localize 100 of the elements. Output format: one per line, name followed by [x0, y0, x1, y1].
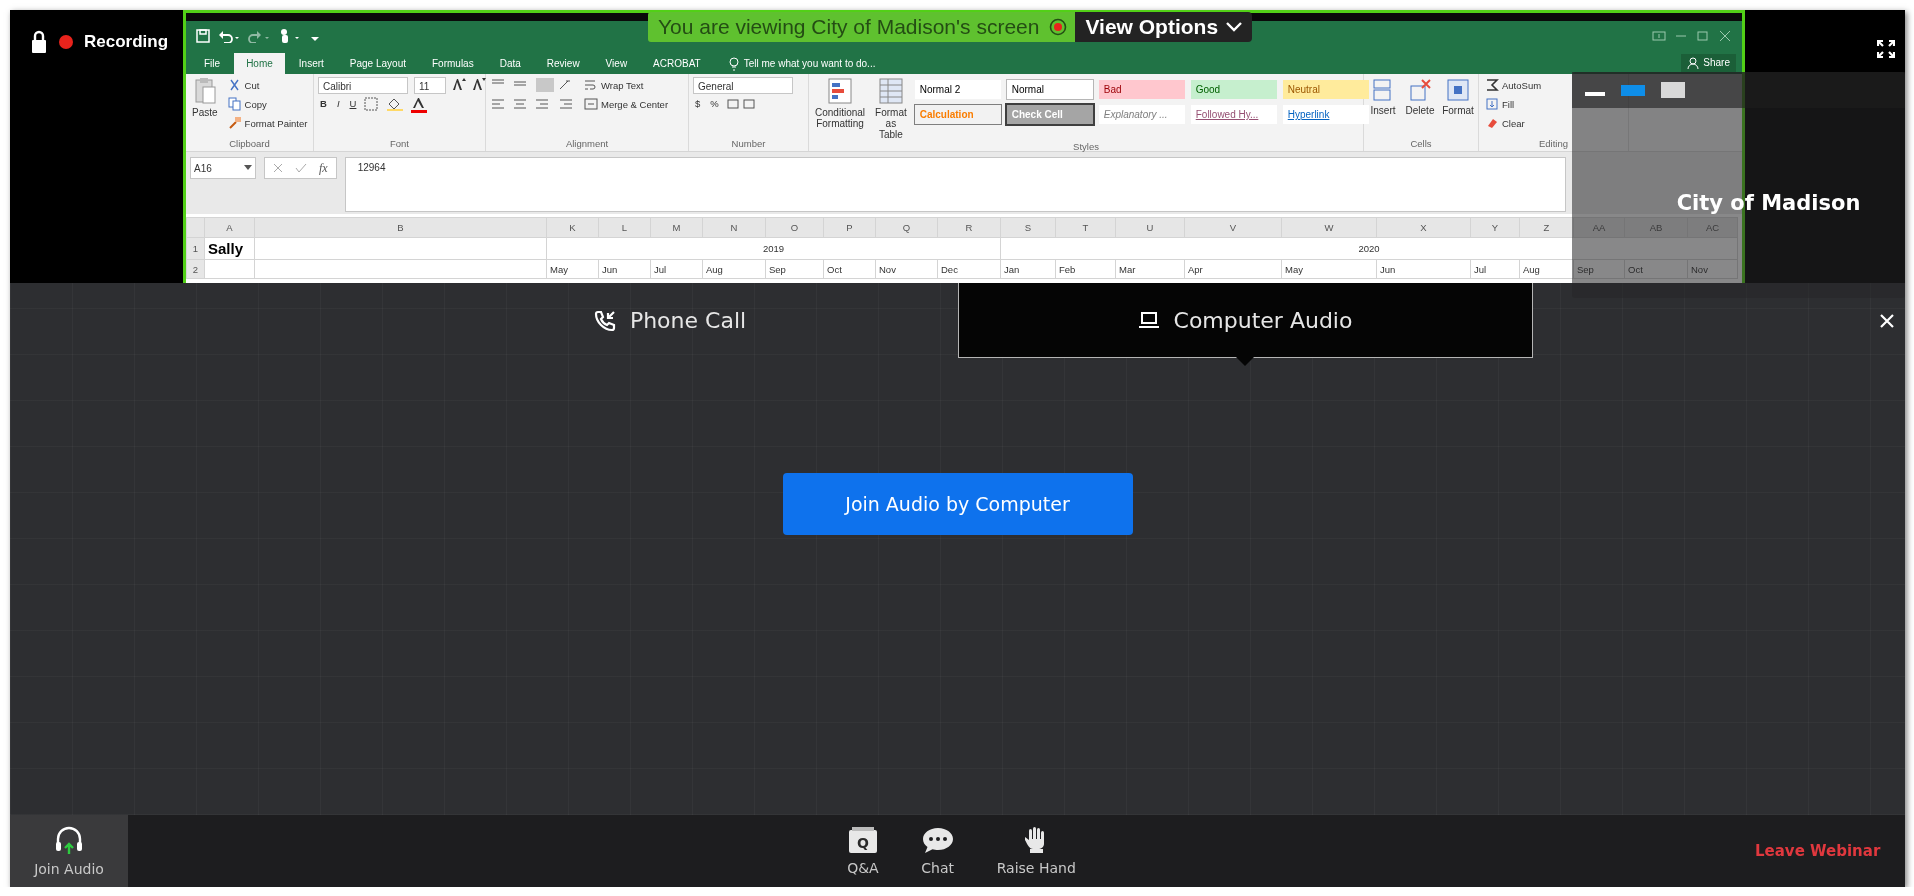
- row-header[interactable]: 1: [186, 237, 205, 260]
- cell-style-option[interactable]: Followed Hy...: [1190, 105, 1277, 124]
- fullscreen-view-icon[interactable]: [1660, 81, 1686, 99]
- grow-font-icon[interactable]: [452, 77, 466, 91]
- column-header[interactable]: U: [1115, 217, 1185, 238]
- column-header[interactable]: W: [1281, 217, 1377, 238]
- number-format-button[interactable]: %: [708, 97, 721, 110]
- save-icon[interactable]: [196, 29, 210, 43]
- ribbon-tab[interactable]: Insert: [286, 53, 336, 74]
- fill-down-icon: [1485, 97, 1499, 111]
- ribbon-button[interactable]: Merge & Center: [582, 96, 671, 112]
- bold-button[interactable]: B: [318, 97, 329, 110]
- cancel-icon[interactable]: [273, 163, 283, 173]
- ribbon-tab[interactable]: File: [192, 53, 233, 74]
- ribbon-tab[interactable]: Page Layout: [337, 53, 418, 74]
- column-header[interactable]: Z: [1519, 217, 1574, 238]
- chat-bubble-icon: [920, 826, 955, 854]
- enter-icon[interactable]: [295, 163, 307, 173]
- record-indicator-icon: [1049, 18, 1068, 36]
- column-header[interactable]: R: [937, 217, 1001, 238]
- column-header[interactable]: M: [650, 217, 703, 238]
- column-header[interactable]: L: [598, 217, 651, 238]
- cell-style-option[interactable]: Hyperlink: [1282, 105, 1369, 124]
- ribbon-button[interactable]: Conditional Formatting: [813, 77, 868, 129]
- formula-input[interactable]: 12964: [344, 157, 1566, 212]
- ribbon-tab[interactable]: Home: [234, 53, 285, 74]
- column-header[interactable]: S: [1000, 217, 1056, 238]
- recording-label: Recording: [84, 31, 169, 53]
- ribbon-button[interactable]: AutoSum: [1483, 77, 1544, 93]
- join-audio-button[interactable]: Join Audio by Computer: [782, 473, 1133, 535]
- column-header[interactable]: Q: [875, 217, 938, 238]
- column-header[interactable]: N: [702, 217, 766, 238]
- eraser-icon: [1485, 116, 1499, 130]
- column-header[interactable]: A: [204, 217, 255, 238]
- ribbon-button[interactable]: Format as Table: [873, 77, 909, 140]
- column-header[interactable]: T: [1055, 217, 1116, 238]
- underline-button[interactable]: U: [347, 97, 359, 110]
- font-color-icon[interactable]: [410, 97, 429, 113]
- column-header[interactable]: K: [546, 217, 599, 238]
- ribbon-tab[interactable]: ACROBAT: [641, 53, 713, 74]
- ribbon-button[interactable]: Clear: [1483, 115, 1527, 131]
- cell-style-option[interactable]: Explanatory ...: [1098, 105, 1185, 124]
- column-header[interactable]: V: [1184, 217, 1282, 238]
- undo-icon[interactable]: [218, 29, 240, 43]
- cell-style-option[interactable]: Good: [1190, 80, 1277, 99]
- banner-text: You are viewing City of Madison's screen: [658, 14, 1040, 40]
- ribbon-button[interactable]: Insert: [1368, 77, 1398, 116]
- toolbar-button[interactable]: Raise Hand: [992, 815, 1080, 887]
- ribbon-button[interactable]: Fill: [1483, 96, 1517, 112]
- table-cell: Jan: [1000, 259, 1056, 279]
- column-header[interactable]: Y: [1470, 217, 1520, 238]
- view-options-button[interactable]: View Options: [1075, 12, 1253, 42]
- insert-function-button[interactable]: fx: [319, 160, 328, 176]
- share-button[interactable]: Share: [1681, 53, 1736, 72]
- join-audio-button[interactable]: Join Audio: [10, 815, 128, 887]
- shrink-font-icon[interactable]: [472, 77, 486, 91]
- cell-style-option[interactable]: Neutral: [1282, 80, 1369, 99]
- fullscreen-icon[interactable]: [1877, 40, 1895, 58]
- name-box[interactable]: A16: [190, 157, 256, 179]
- touch-mode-icon[interactable]: [278, 28, 302, 44]
- ribbon-group-label: Cells: [1409, 137, 1433, 151]
- ribbon-button[interactable]: Copy: [225, 96, 269, 112]
- ribbon-display-icon[interactable]: [1652, 29, 1666, 43]
- column-header[interactable]: P: [823, 217, 876, 238]
- column-header[interactable]: B: [254, 217, 547, 238]
- fill-color-icon[interactable]: [386, 97, 405, 111]
- column-header[interactable]: X: [1376, 217, 1471, 238]
- ribbon-button[interactable]: Wrap Text: [582, 77, 646, 93]
- redo-icon[interactable]: [248, 29, 270, 43]
- table-cell: Jun: [598, 259, 651, 279]
- column-header[interactable]: O: [765, 217, 824, 238]
- lock-icon: [30, 30, 48, 54]
- font-size-dropdown[interactable]: 11: [414, 77, 446, 94]
- conditional-formatting-icon: [827, 77, 853, 105]
- side-by-side-icon[interactable]: [1620, 82, 1646, 98]
- ribbon-tab[interactable]: Formulas: [420, 53, 486, 74]
- number-format-button[interactable]: $: [693, 97, 703, 110]
- font-name-dropdown[interactable]: Calibri: [318, 77, 408, 94]
- toolbar-button[interactable]: Q Q&A: [843, 815, 883, 887]
- paste-button[interactable]: Paste: [190, 77, 220, 118]
- ribbon-button[interactable]: Format: [1442, 77, 1474, 116]
- cell-style-option[interactable]: Normal 2: [914, 80, 1001, 99]
- number-format-dropdown[interactable]: General: [693, 77, 793, 94]
- ribbon-group-label: Editing: [1537, 137, 1570, 151]
- italic-button[interactable]: I: [334, 97, 342, 110]
- restore-icon[interactable]: [1696, 29, 1710, 43]
- ribbon-tab[interactable]: Data: [487, 53, 533, 74]
- borders-icon[interactable]: [364, 97, 381, 111]
- toolbar-button[interactable]: Chat: [916, 815, 959, 887]
- search-hint[interactable]: Tell me what you want to do...: [743, 58, 876, 69]
- ribbon-tab[interactable]: View: [593, 53, 640, 74]
- cell-style-option[interactable]: Normal: [1006, 80, 1093, 99]
- leave-button[interactable]: Leave Webinar: [1755, 815, 1881, 887]
- table-cell: Sally: [204, 237, 255, 260]
- ribbon-tab[interactable]: Review: [534, 53, 592, 74]
- ribbon-button[interactable]: Cut: [225, 77, 262, 93]
- audio-tab[interactable]: Phone Call: [382, 283, 958, 358]
- ribbon-button[interactable]: Delete: [1404, 77, 1436, 116]
- ribbon-button[interactable]: Format Painter: [225, 115, 310, 131]
- cell-style-option[interactable]: Bad: [1098, 80, 1185, 99]
